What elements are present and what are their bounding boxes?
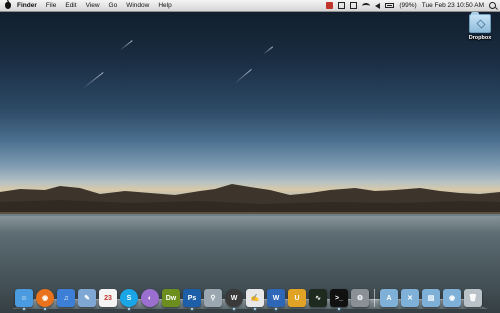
applications-folder-icon[interactable]: A bbox=[380, 289, 398, 307]
clipboard-status-icon[interactable] bbox=[338, 2, 346, 9]
itunes-icon[interactable]: ♫ bbox=[57, 289, 75, 307]
magnet-icon[interactable]: U bbox=[288, 289, 306, 307]
documents-glyph: ▤ bbox=[427, 294, 435, 302]
terminal-icon[interactable]: >_ bbox=[330, 289, 348, 310]
calendar-icon[interactable]: 23 bbox=[99, 289, 117, 307]
menu-file[interactable]: File bbox=[46, 0, 56, 11]
preview-icon[interactable]: ✎ bbox=[78, 289, 96, 307]
wordpress-icon[interactable]: W bbox=[225, 289, 243, 310]
desktop-icon-label: Dropbox bbox=[468, 35, 492, 41]
desktop-icon-dropbox[interactable]: Dropbox bbox=[464, 12, 496, 41]
star-streak bbox=[262, 46, 274, 55]
applications-glyph: A bbox=[386, 294, 392, 302]
menu-bar: Finder File Edit View Go Window Help (99… bbox=[0, 0, 500, 12]
ical-glyph: 23 bbox=[104, 294, 112, 302]
textedit-icon[interactable]: ✍ bbox=[246, 289, 264, 310]
preview-glyph: ✎ bbox=[84, 294, 90, 302]
word-icon[interactable]: W bbox=[267, 289, 285, 310]
downloads-glyph: ◉ bbox=[448, 294, 456, 302]
menu-go[interactable]: Go bbox=[109, 0, 118, 11]
activity-monitor-icon[interactable]: ∿ bbox=[309, 289, 327, 307]
firefox-icon[interactable]: ◉ bbox=[36, 289, 54, 310]
activity-monitor-glyph: ∿ bbox=[315, 294, 321, 302]
dock-divider bbox=[374, 289, 375, 307]
skype-icon[interactable]: S bbox=[120, 289, 138, 310]
menu-app-name[interactable]: Finder bbox=[17, 0, 37, 11]
dropbox-logo-icon bbox=[476, 19, 486, 29]
textedit-glyph: ✍ bbox=[250, 294, 260, 302]
spotlight-search-icon[interactable] bbox=[489, 2, 496, 9]
gear-icon[interactable]: ⚙ bbox=[351, 289, 369, 307]
photoshop-glyph: Ps bbox=[187, 294, 197, 302]
finder-glyph: ☺ bbox=[20, 294, 28, 302]
alert-status-icon[interactable] bbox=[326, 2, 334, 9]
skype-glyph: S bbox=[126, 294, 132, 302]
status-menus: (99%) Tue Feb 23 10:50 AM bbox=[326, 0, 496, 11]
star-streak bbox=[82, 72, 104, 89]
battery-icon[interactable] bbox=[385, 3, 395, 8]
battery-percent[interactable]: (99%) bbox=[399, 2, 416, 9]
menu-view[interactable]: View bbox=[86, 0, 100, 11]
desktop-wallpaper bbox=[0, 0, 500, 313]
utilities-glyph: ✕ bbox=[407, 294, 413, 302]
wifi-icon[interactable] bbox=[362, 2, 371, 9]
dropbox-folder-icon[interactable] bbox=[469, 12, 491, 33]
dreamweaver-icon[interactable]: Dw bbox=[162, 289, 180, 307]
menu-clock[interactable]: Tue Feb 23 10:50 AM bbox=[422, 2, 484, 9]
volume-icon[interactable] bbox=[375, 2, 381, 9]
photoshop-icon[interactable]: Ps bbox=[183, 289, 201, 310]
terminal-glyph: >_ bbox=[335, 294, 343, 302]
apple-menu-icon[interactable] bbox=[5, 0, 11, 9]
time-machine-icon[interactable] bbox=[350, 2, 358, 9]
dreamweaver-glyph: Dw bbox=[165, 294, 177, 302]
menu-edit[interactable]: Edit bbox=[65, 0, 76, 11]
trash-glyph: 🗑 bbox=[468, 294, 478, 302]
itunes-glyph: ♫ bbox=[63, 294, 69, 302]
chat-icon[interactable]: ◐ bbox=[141, 289, 159, 307]
star-streak bbox=[119, 40, 133, 51]
documents-folder-icon[interactable]: ▤ bbox=[422, 289, 440, 307]
word-glyph: W bbox=[272, 294, 280, 302]
wordpress-glyph: W bbox=[230, 294, 238, 302]
microphone-icon[interactable]: ⚲ bbox=[204, 289, 222, 307]
adium-glyph: ◐ bbox=[147, 294, 153, 302]
downloads-folder-icon[interactable]: ◉ bbox=[443, 289, 461, 307]
firefox-glyph: ◉ bbox=[41, 294, 49, 302]
dock: ☺ ◉ ♫ ✎ 23 S ◐ Dw Ps ⚲ W ✍ W U ∿ >_ ⚙ A ✕ ▤ ◉ 🗑 bbox=[15, 287, 482, 310]
utilities-folder-icon[interactable]: ✕ bbox=[401, 289, 419, 307]
finder-icon[interactable]: ☺ bbox=[15, 289, 33, 310]
transmit-glyph: U bbox=[294, 294, 300, 302]
star-streak bbox=[234, 69, 252, 84]
menu-window[interactable]: Window bbox=[126, 0, 149, 11]
trash-icon[interactable]: 🗑 bbox=[464, 289, 482, 307]
lake-reflection bbox=[0, 216, 500, 232]
menu-help[interactable]: Help bbox=[158, 0, 171, 11]
microphone-glyph: ⚲ bbox=[210, 294, 216, 302]
system-preferences-glyph: ⚙ bbox=[356, 294, 364, 302]
